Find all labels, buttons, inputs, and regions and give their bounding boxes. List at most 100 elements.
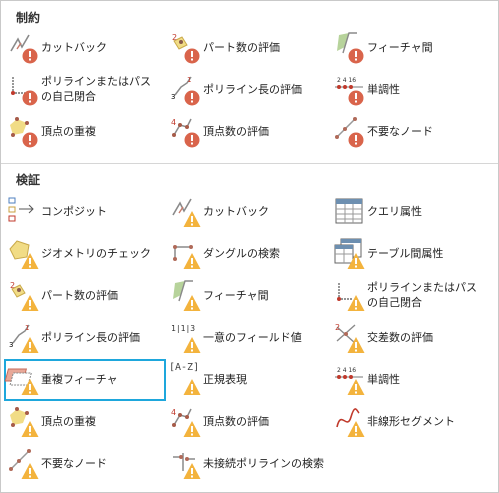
- vertex-count-error-icon: 4: [169, 115, 201, 149]
- rules-gallery: 制約 カットバック 2 パート数の評価 フィーチャ間 ポリラインまたはパスの自己閉合 3 1…: [0, 0, 499, 493]
- feature-on-feature-warning-icon: [169, 279, 201, 313]
- rule-item-feature-on-feature-error[interactable]: フィーチャ間: [331, 28, 491, 68]
- unique-field-value-warning-icon: 1|1|3: [169, 321, 201, 355]
- rule-item-polyline-closes-on-self-warning[interactable]: ポリラインまたはパスの自己閉合: [331, 276, 491, 316]
- rule-item-duplicate-feature-warning[interactable]: 重複フィーチャ: [4, 359, 166, 401]
- rule-item-label: ポリライン長の評価: [41, 331, 140, 344]
- regex-glyph: [A-Z]: [169, 362, 200, 373]
- rule-item-monotonicity-error[interactable]: 2 4 16 単調性: [331, 70, 491, 110]
- rule-item-label: パート数の評価: [203, 41, 280, 54]
- monotonicity-error-icon: 2 4 16: [333, 73, 365, 107]
- svg-text:3: 3: [9, 341, 13, 349]
- table-to-table-attribute-warning-icon: [333, 237, 365, 271]
- svg-text:2 4 16: 2 4 16: [337, 77, 356, 84]
- rule-item-vertex-count-warning[interactable]: 4 頂点数の評価: [167, 402, 327, 442]
- rule-item-label: フィーチャ間: [367, 41, 433, 54]
- polyline-length-warning-icon: 31: [7, 321, 39, 355]
- feature-on-feature-error-icon: [333, 31, 365, 65]
- rule-item-label: 不要なノード: [41, 457, 107, 470]
- rule-item-label: ダングルの検索: [203, 247, 280, 260]
- cutback-warning-icon: [169, 195, 201, 229]
- nonlinear-segment-warning-icon: [333, 405, 365, 439]
- rule-item-unconnected-polyline-warning[interactable]: 未接続ポリラインの検索: [167, 444, 327, 484]
- svg-text:2: 2: [10, 281, 15, 290]
- monotonicity-warning-icon: 2 4 16: [333, 363, 365, 397]
- rule-item-label: 重複フィーチャ: [41, 373, 118, 386]
- svg-text:4: 4: [171, 118, 176, 127]
- duplicate-feature-warning-icon: [4, 363, 39, 397]
- svg-text:2 4 16: 2 4 16: [337, 367, 356, 374]
- rule-item-label: パート数の評価: [41, 289, 118, 302]
- rule-item-label: 正規表現: [203, 373, 247, 386]
- vertex-count-warning-icon: 4: [169, 405, 201, 439]
- rule-item-label: ジオメトリのチェック: [41, 247, 151, 260]
- rule-item-label: カットバック: [41, 41, 107, 54]
- rule-item-monotonicity-warning[interactable]: 2 4 16 単調性: [331, 360, 491, 400]
- rule-item-intersection-count-warning[interactable]: 2 交差数の評価: [331, 318, 491, 358]
- part-count-warning-icon: 2: [7, 279, 39, 313]
- rule-item-label: ポリラインまたはパスの自己閉合: [367, 281, 477, 309]
- svg-text:3: 3: [171, 93, 175, 101]
- section-divider: [1, 163, 498, 164]
- rule-item-label: コンポジット: [41, 205, 107, 218]
- rule-item-label: フィーチャ間: [203, 289, 269, 302]
- polyline-length-error-icon: 31: [169, 73, 201, 107]
- unnecessary-node-error-icon: [333, 115, 365, 149]
- polyline-closes-on-self-error-icon: [7, 73, 39, 107]
- rule-item-label: 単調性: [367, 83, 400, 96]
- cutback-error-icon: [7, 31, 39, 65]
- rule-item-part-count-warning[interactable]: 2 パート数の評価: [5, 276, 165, 316]
- rule-item-label: 頂点の重複: [41, 415, 96, 428]
- rule-item-label: 不要なノード: [367, 125, 433, 138]
- rule-item-find-dangles-warning[interactable]: ダングルの検索: [167, 234, 327, 274]
- polyline-closes-on-self-warning-icon: [333, 279, 365, 313]
- rule-item-unique-field-value-warning[interactable]: 1|1|3 一意のフィールド値: [167, 318, 327, 358]
- svg-text:1|1|3: 1|1|3: [171, 324, 195, 333]
- section-title-constraints: 制約: [16, 11, 41, 25]
- rule-item-label: 一意のフィールド値: [203, 331, 302, 344]
- rule-item-regular-expression-warning[interactable]: [A-Z] 正規表現: [167, 360, 327, 400]
- rule-item-geometry-check-warning[interactable]: ジオメトリのチェック: [5, 234, 165, 274]
- rule-item-label: クエリ属性: [367, 205, 422, 218]
- rule-item-label: ポリラインまたはパスの自己閉合: [41, 75, 151, 103]
- duplicate-vertex-warning-icon: [7, 405, 39, 439]
- rule-item-label: 頂点数の評価: [203, 125, 269, 138]
- rule-item-cutback-warning[interactable]: カットバック: [167, 192, 327, 232]
- rule-item-polyline-length-warning[interactable]: 3 1 ポリライン長の評価: [5, 318, 165, 358]
- rule-item-table-to-table-attribute-warning[interactable]: テーブル間属性: [331, 234, 491, 274]
- geometry-check-warning-icon: [7, 237, 39, 271]
- rule-item-label: 非線形セグメント: [367, 415, 455, 428]
- rule-item-label: 未接続ポリラインの検索: [203, 457, 324, 470]
- query-attribute-icon: [333, 195, 365, 229]
- rule-item-polyline-length-error[interactable]: 3 1 ポリライン長の評価: [167, 70, 327, 110]
- regular-expression-warning-icon: [A-Z]: [169, 362, 201, 397]
- rule-item-composite[interactable]: コンポジット: [5, 192, 165, 232]
- unnecessary-node-warning-icon: [7, 447, 39, 481]
- section-title-validation: 検証: [16, 173, 41, 187]
- rule-item-duplicate-vertex-error[interactable]: 頂点の重複: [5, 112, 165, 152]
- rule-item-polyline-closes-on-self-error[interactable]: ポリラインまたはパスの自己閉合: [5, 70, 165, 110]
- svg-text:2: 2: [335, 323, 340, 332]
- rule-item-label: カットバック: [203, 205, 269, 218]
- rule-item-label: ポリライン長の評価: [203, 83, 302, 96]
- rule-item-label: テーブル間属性: [367, 247, 444, 260]
- rule-item-cutback-error[interactable]: カットバック: [5, 28, 165, 68]
- intersection-count-warning-icon: 2: [333, 321, 365, 355]
- unconnected-polyline-warning-icon: [169, 447, 201, 481]
- svg-text:1: 1: [25, 324, 29, 332]
- find-dangles-warning-icon: [169, 237, 201, 271]
- rule-item-feature-on-feature-warning[interactable]: フィーチャ間: [167, 276, 327, 316]
- rule-item-part-count-error[interactable]: 2 パート数の評価: [167, 28, 327, 68]
- rule-item-duplicate-vertex-warning[interactable]: 頂点の重複: [5, 402, 165, 442]
- rule-item-nonlinear-segment-warning[interactable]: 非線形セグメント: [331, 402, 491, 442]
- rule-item-label: 頂点の重複: [41, 125, 96, 138]
- part-count-error-icon: 2: [169, 31, 201, 65]
- svg-text:2: 2: [172, 33, 177, 42]
- rule-item-unnecessary-node-warning[interactable]: 不要なノード: [5, 444, 165, 484]
- rule-item-label: 単調性: [367, 373, 400, 386]
- composite-icon: [7, 195, 39, 229]
- rule-item-vertex-count-error[interactable]: 4 頂点数の評価: [167, 112, 327, 152]
- rule-item-label: 交差数の評価: [367, 331, 433, 344]
- rule-item-query-attribute[interactable]: クエリ属性: [331, 192, 491, 232]
- rule-item-unnecessary-node-error[interactable]: 不要なノード: [331, 112, 491, 152]
